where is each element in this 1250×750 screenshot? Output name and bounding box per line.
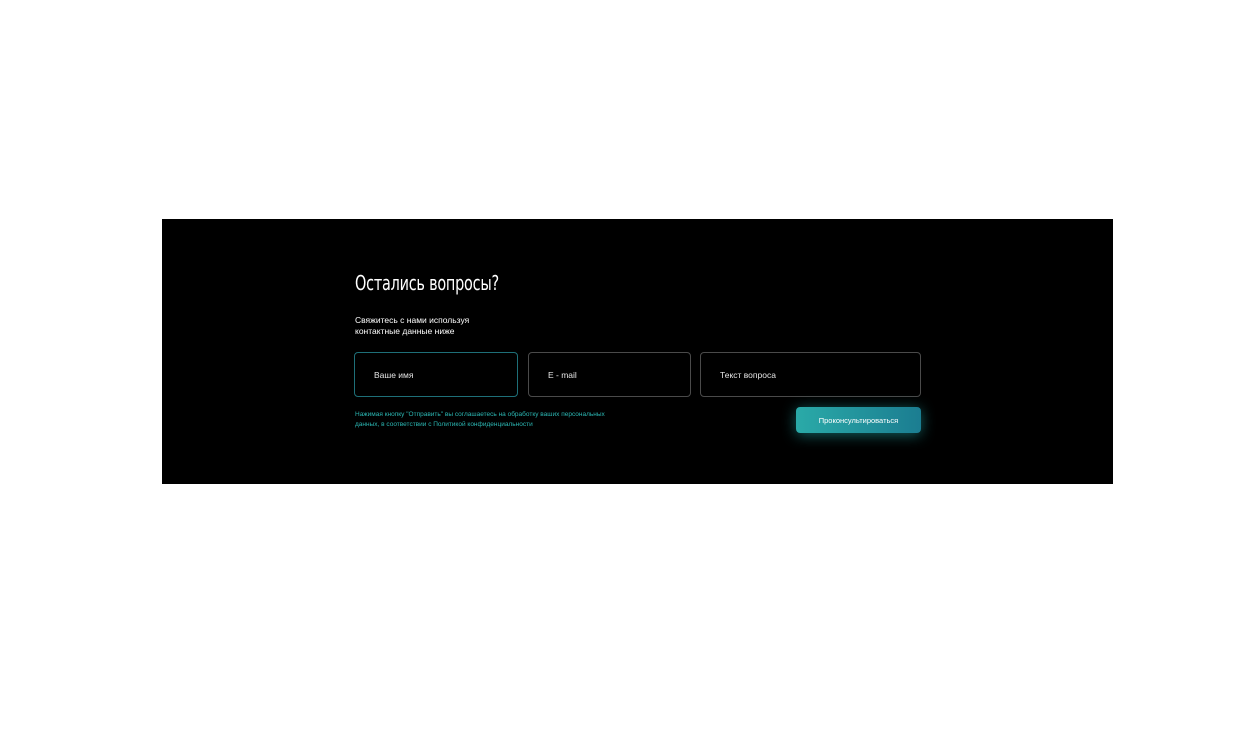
email-field[interactable] <box>528 352 691 397</box>
contact-title: Остались вопросы? <box>355 271 499 295</box>
question-field[interactable] <box>700 352 921 397</box>
consent-text: Нажимая кнопку "Отправить" вы соглашаете… <box>355 411 605 428</box>
contact-section: Остались вопросы? Свяжитесь с нами испол… <box>162 219 1113 484</box>
contact-subtitle: Свяжитесь с нами используя контактные да… <box>355 315 470 336</box>
consult-button[interactable]: Проконсультироваться <box>796 407 921 433</box>
email-input[interactable] <box>529 353 690 396</box>
name-input[interactable] <box>355 353 517 396</box>
question-input[interactable] <box>701 353 920 396</box>
name-field[interactable] <box>354 352 518 397</box>
